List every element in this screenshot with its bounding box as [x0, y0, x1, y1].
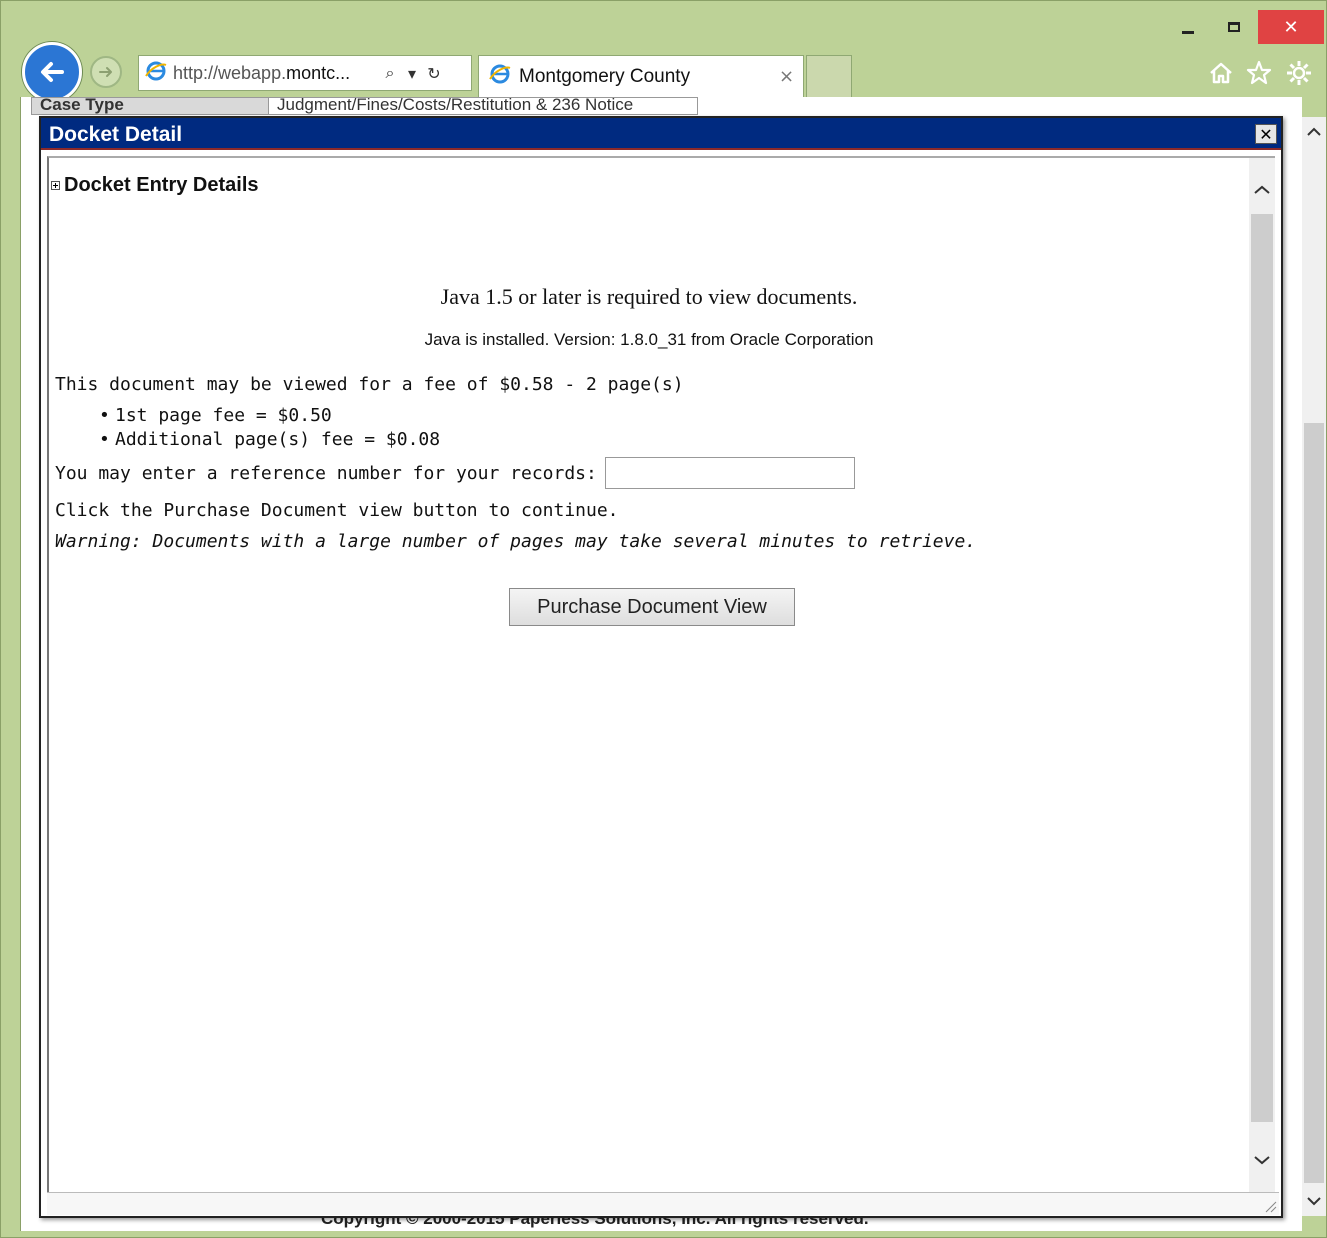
address-bar[interactable]: http://webapp.montc... ⌕ ▾ ↻: [138, 55, 472, 91]
search-icon[interactable]: ⌕: [379, 62, 401, 84]
scroll-down-icon[interactable]: [1302, 1186, 1326, 1216]
maximize-button[interactable]: [1214, 10, 1254, 44]
close-icon: ✕: [1259, 124, 1273, 144]
page-scrollbar[interactable]: [1302, 117, 1326, 1216]
dropdown-icon[interactable]: ▾: [401, 62, 423, 84]
back-arrow-icon: [41, 62, 64, 82]
minimize-button[interactable]: [1168, 10, 1208, 44]
close-icon: ✕: [1283, 16, 1299, 38]
warning-text: Warning: Documents with a large number o…: [55, 531, 977, 552]
instruction-text: Click the Purchase Document view button …: [55, 500, 619, 521]
url-domain: montc...: [286, 62, 351, 83]
case-type-row: Case Type Judgment/Fines/Costs/Restituti…: [31, 97, 698, 115]
tab-montgomery-county[interactable]: Montgomery County ×: [478, 55, 804, 97]
docket-detail-dialog: Docket Detail ✕ Docket Entry Details Jav…: [39, 116, 1283, 1218]
maximize-icon: [1228, 22, 1240, 32]
list-item: 1st page fee = $0.50: [93, 404, 440, 428]
reference-row: You may enter a reference number for you…: [55, 457, 855, 489]
page-scroll-thumb[interactable]: [1304, 423, 1324, 1183]
forward-button[interactable]: [90, 56, 122, 88]
url-prefix: http://webapp.: [173, 62, 287, 83]
dialog-title: Docket Detail: [49, 123, 183, 146]
fee-list: 1st page fee = $0.50 Additional page(s) …: [93, 404, 440, 452]
case-type-value: Judgment/Fines/Costs/Restitution & 236 N…: [269, 97, 698, 115]
purchase-document-view-button[interactable]: Purchase Document View: [509, 588, 795, 626]
refresh-icon[interactable]: ↻: [423, 62, 445, 84]
fee-text: This document may be viewed for a fee of…: [55, 374, 684, 395]
dialog-scrollbar[interactable]: [1249, 158, 1275, 1192]
ie-logo-icon: [489, 63, 511, 90]
address-url[interactable]: http://webapp.montc...: [173, 63, 379, 84]
reference-number-input[interactable]: [604, 457, 855, 489]
window-close-button[interactable]: ✕: [1258, 10, 1324, 44]
dialog-statusbar: [47, 1192, 1279, 1215]
dialog-body: Docket Entry Details Java 1.5 or later i…: [47, 156, 1275, 1192]
java-installed-text: Java is installed. Version: 1.8.0_31 fro…: [424, 330, 874, 349]
new-tab-button[interactable]: [806, 55, 852, 97]
list-item: Additional page(s) fee = $0.08: [93, 428, 440, 452]
expand-icon[interactable]: [51, 181, 60, 190]
docket-entry-section[interactable]: Docket Entry Details: [51, 174, 259, 197]
scroll-down-icon[interactable]: [1249, 1148, 1275, 1172]
case-type-label: Case Type: [31, 97, 269, 115]
dialog-titlebar[interactable]: Docket Detail ✕: [41, 118, 1281, 150]
gear-icon[interactable]: [1284, 58, 1314, 88]
tab-close-icon[interactable]: ×: [779, 66, 794, 87]
reference-label: You may enter a reference number for you…: [55, 462, 597, 484]
tab-title: Montgomery County: [519, 65, 691, 87]
dialog-scroll-thumb[interactable]: [1251, 214, 1273, 1122]
ie-logo-icon: [145, 60, 167, 87]
back-button[interactable]: [22, 42, 82, 102]
dialog-close-button[interactable]: ✕: [1255, 124, 1277, 144]
minimize-icon: [1182, 30, 1194, 34]
resize-grip-icon[interactable]: [1261, 1197, 1277, 1213]
forward-arrow-icon: [99, 67, 112, 77]
java-requirement-text: Java 1.5 or later is required to view do…: [440, 284, 858, 309]
scroll-up-icon[interactable]: [1249, 178, 1275, 202]
scroll-up-icon[interactable]: [1302, 117, 1326, 147]
favorites-star-icon[interactable]: [1244, 58, 1274, 88]
home-icon[interactable]: [1206, 58, 1236, 88]
section-heading: Docket Entry Details: [64, 174, 259, 196]
